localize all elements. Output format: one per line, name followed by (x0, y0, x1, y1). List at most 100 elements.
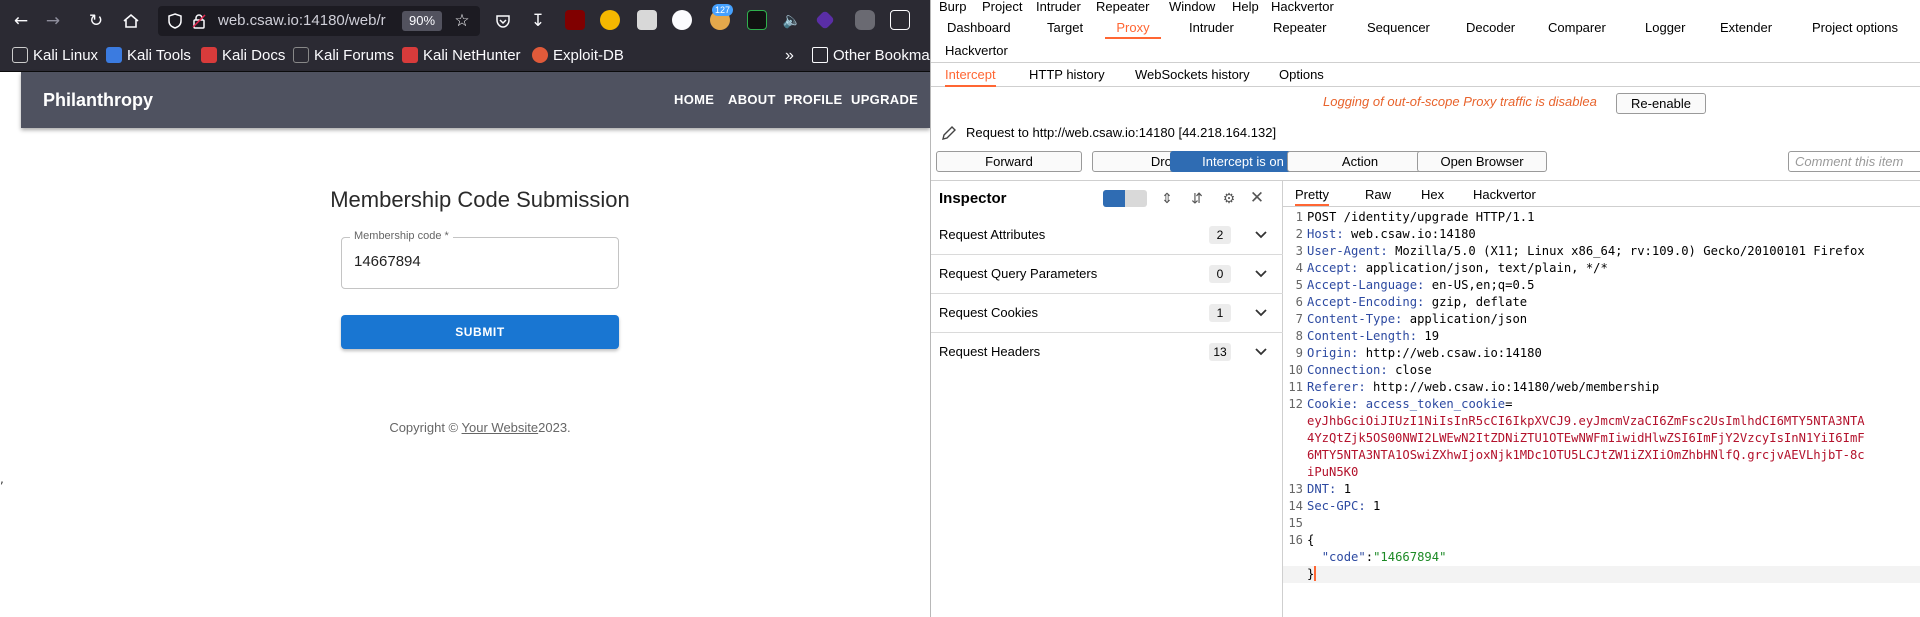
collapse-all-icon[interactable]: ⇵ (1187, 189, 1207, 207)
tab-extender[interactable]: Extender (1720, 17, 1772, 39)
tab-http-history[interactable]: HTTP history (1029, 65, 1105, 87)
kali-nethunter-icon (402, 47, 418, 63)
menu-help[interactable]: Help (1232, 0, 1259, 14)
action-button[interactable]: Action (1287, 151, 1433, 172)
tab-hackvertor[interactable]: Hackvertor (945, 40, 1008, 62)
speaker-icon[interactable]: 🔈 (782, 10, 802, 30)
brand-title[interactable]: Philanthropy (43, 72, 153, 128)
chevron-down-icon[interactable] (1253, 343, 1269, 359)
menu-project[interactable]: Project (982, 0, 1022, 14)
extension-icon[interactable] (815, 10, 835, 30)
line-number: 7 (1295, 312, 1303, 326)
tab-hex[interactable]: Hex (1421, 186, 1444, 206)
pocket-icon[interactable] (490, 8, 516, 34)
close-icon[interactable]: ✕ (1247, 189, 1267, 207)
inspector-row-headers[interactable]: Request Headers 13 (931, 333, 1283, 372)
url-bar[interactable]: web.csaw.io:14180/web/r 90% ☆ (158, 6, 480, 36)
comment-input[interactable]: Comment this item (1788, 151, 1920, 172)
layout-toggle[interactable] (1103, 190, 1147, 207)
extension-icon[interactable] (747, 10, 767, 30)
star-icon[interactable]: ☆ (450, 9, 474, 33)
tab-intruder[interactable]: Intruder (1189, 17, 1234, 39)
ublock-extension-icon[interactable] (565, 10, 585, 30)
nav-upgrade[interactable]: UPGRADE (851, 72, 918, 128)
tab-proxy[interactable]: Proxy (1105, 17, 1161, 39)
back-icon[interactable]: ← (8, 8, 34, 34)
inspector-row-attributes[interactable]: Request Attributes 2 (931, 216, 1283, 255)
menu-window[interactable]: Window (1169, 0, 1215, 14)
chevron-down-icon[interactable] (1253, 265, 1269, 281)
code-line: 1 POST /identity/upgrade HTTP/1.1 (1283, 209, 1920, 226)
shield-icon[interactable] (166, 12, 184, 30)
expand-all-icon[interactable]: ⇕ (1157, 189, 1177, 207)
chevron-down-icon[interactable] (1253, 304, 1269, 320)
extension-icon[interactable] (600, 10, 620, 30)
re-enable-button[interactable]: Re-enable (1616, 93, 1706, 114)
download-icon[interactable]: ↧ (525, 8, 551, 34)
code-line: iPuN5K0 (1283, 464, 1920, 481)
bookmark-kali-linux[interactable]: Kali Linux (12, 41, 98, 71)
tab-repeater[interactable]: Repeater (1273, 17, 1326, 39)
inspector-row-query-params[interactable]: Request Query Parameters 0 (931, 255, 1283, 294)
menu-repeater[interactable]: Repeater (1096, 0, 1149, 14)
request-body-text[interactable]: 1 POST /identity/upgrade HTTP/1.1 2 Host: … (1283, 209, 1920, 617)
inspector-row-label: Request Attributes (939, 227, 1046, 242)
menu-hackvertor[interactable]: Hackvertor (1271, 0, 1334, 14)
json-brace: } (1307, 567, 1315, 581)
text-caret (1314, 566, 1317, 581)
zoom-level-badge[interactable]: 90% (402, 11, 442, 31)
nav-home[interactable]: HOME (674, 72, 714, 128)
your-website-link[interactable]: Your Website (462, 420, 539, 435)
tab-options[interactable]: Options (1279, 65, 1324, 87)
tab-decoder[interactable]: Decoder (1466, 17, 1515, 39)
tab-logger[interactable]: Logger (1645, 17, 1685, 39)
menu-burp[interactable]: Burp (939, 0, 966, 14)
tab-pretty[interactable]: Pretty (1295, 186, 1329, 206)
extensions-puzzle-icon[interactable] (890, 10, 910, 30)
extension-icon[interactable] (637, 10, 657, 30)
tab-project-options[interactable]: Project options (1812, 17, 1898, 39)
app-bar: Philanthropy HOME ABOUT PROFILE UPGRADE (21, 72, 930, 128)
membership-code-label: Membership code * (350, 230, 453, 242)
tab-sequencer[interactable]: Sequencer (1367, 17, 1430, 39)
tab-websockets-history[interactable]: WebSockets history (1135, 65, 1250, 87)
header-value: http://web.csaw.io:14180/web/membership (1373, 380, 1660, 394)
tab-hackvertor-editor[interactable]: Hackvertor (1473, 186, 1536, 206)
inspector-row-cookies[interactable]: Request Cookies 1 (931, 294, 1283, 333)
submit-button[interactable]: SUBMIT (341, 315, 619, 349)
line-number: 1 (1295, 210, 1303, 224)
nav-about[interactable]: ABOUT (728, 72, 776, 128)
lock-icon[interactable] (190, 12, 208, 30)
extension-icon[interactable] (855, 10, 875, 30)
bookmark-exploit-db[interactable]: Exploit-DB (532, 41, 624, 71)
line-number: 3 (1295, 244, 1303, 258)
bookmarks-overflow-icon[interactable]: » (785, 41, 794, 71)
bookmark-kali-docs[interactable]: Kali Docs (201, 41, 285, 71)
other-bookmarks[interactable]: Other Bookmar (812, 41, 930, 71)
membership-code-value[interactable]: 14667894 (354, 253, 421, 270)
forward-button[interactable]: Forward (936, 151, 1082, 172)
extension-icon[interactable] (672, 10, 692, 30)
forward-icon[interactable]: → (40, 8, 66, 34)
tab-intercept[interactable]: Intercept (945, 65, 996, 87)
tab-raw[interactable]: Raw (1365, 186, 1391, 206)
bookmark-kali-nethunter[interactable]: Kali NetHunter (402, 41, 521, 71)
tab-comparer[interactable]: Comparer (1548, 17, 1606, 39)
bookmark-kali-tools[interactable]: Kali Tools (106, 41, 191, 71)
menu-intruder[interactable]: Intruder (1036, 0, 1081, 14)
code-line: 6MTY5NTA3NTA1OSwiZXhwIjoxNjk1MDc1OTU5LCJ… (1283, 447, 1920, 464)
bookmark-kali-forums[interactable]: Kali Forums (293, 41, 394, 71)
gear-icon[interactable]: ⚙ (1219, 189, 1239, 207)
membership-code-field[interactable]: Membership code * 14667894 (341, 230, 619, 289)
chevron-down-icon[interactable] (1253, 226, 1269, 242)
header-value: application/json (1409, 312, 1528, 326)
home-icon[interactable] (118, 8, 144, 34)
url-text[interactable]: web.csaw.io:14180/web/r (218, 6, 406, 36)
tab-dashboard[interactable]: Dashboard (947, 17, 1011, 39)
layout-toggle-active[interactable] (1103, 190, 1125, 207)
header-key: Content-Length: (1307, 329, 1418, 343)
reload-icon[interactable]: ↻ (83, 8, 109, 34)
nav-profile[interactable]: PROFILE (784, 72, 842, 128)
tab-target[interactable]: Target (1047, 17, 1083, 39)
open-browser-button[interactable]: Open Browser (1417, 151, 1547, 172)
